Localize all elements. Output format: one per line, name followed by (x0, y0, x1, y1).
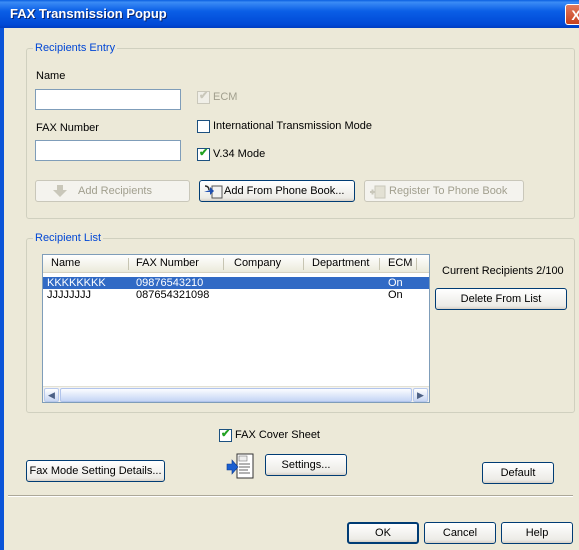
add-from-phone-book-label: Add From Phone Book... (224, 185, 345, 197)
help-button[interactable]: Help (501, 522, 573, 544)
international-transmission-checkbox[interactable] (197, 120, 210, 133)
column-header-department[interactable]: Department (312, 257, 369, 269)
table-row[interactable]: JJJJJJJJ 087654321098 On (43, 289, 429, 301)
cover-sheet-settings-button[interactable]: Settings... (265, 454, 347, 476)
fax-mode-setting-details-button[interactable]: Fax Mode Setting Details... (26, 460, 165, 482)
fax-transmission-window: FAX Transmission Popup X Recipients Entr… (0, 0, 579, 550)
cell-ecm: On (388, 277, 403, 289)
fax-number-label: FAX Number (36, 122, 99, 134)
footer-divider (8, 495, 573, 497)
v34-mode-label[interactable]: V.34 Mode (213, 148, 265, 160)
recipient-listbox[interactable]: Name FAX Number Company Department ECM K… (42, 254, 430, 403)
fax-number-input[interactable] (35, 140, 181, 161)
fax-cover-sheet-checkbox[interactable]: ✔ (219, 428, 232, 442)
window-frame-left (0, 28, 4, 550)
name-input[interactable] (35, 89, 181, 110)
cell-fax-number: 087654321098 (136, 289, 210, 301)
scrollbar-thumb[interactable] (60, 388, 412, 402)
horizontal-scrollbar[interactable]: ◀ ▶ (43, 386, 429, 402)
ecm-checkbox: ✔ (197, 90, 210, 104)
v34-mode-checkbox[interactable]: ✔ (197, 147, 210, 161)
default-button[interactable]: Default (482, 462, 554, 484)
scroll-left-icon[interactable]: ◀ (44, 388, 59, 402)
window-title: FAX Transmission Popup (10, 6, 167, 21)
cover-sheet-icon (226, 453, 254, 479)
column-header-ecm[interactable]: ECM (388, 257, 412, 269)
column-separator (303, 258, 304, 270)
register-to-phone-book-label: Register To Phone Book (389, 185, 508, 197)
add-recipients-label: Add Recipients (78, 185, 152, 197)
current-recipients-count: Current Recipients 2/100 (442, 265, 564, 277)
recipients-entry-legend: Recipients Entry (33, 42, 118, 54)
add-recipients-icon (53, 185, 67, 197)
scroll-right-icon[interactable]: ▶ (413, 388, 428, 402)
register-icon (370, 185, 386, 199)
table-row[interactable]: KKKKKKKK 09876543210 On (43, 277, 429, 289)
column-header-name[interactable]: Name (51, 257, 80, 269)
column-header-company[interactable]: Company (234, 257, 281, 269)
column-separator (416, 258, 417, 270)
add-recipients-button: Add Recipients (35, 180, 190, 202)
cell-ecm: On (388, 289, 403, 301)
column-separator (128, 258, 129, 270)
register-to-phone-book-button: Register To Phone Book (364, 180, 524, 202)
add-from-phone-book-button[interactable]: Add From Phone Book... (199, 180, 355, 202)
phone-book-icon (204, 185, 223, 199)
fax-cover-sheet-label[interactable]: FAX Cover Sheet (235, 429, 320, 441)
cell-name: KKKKKKKK (47, 277, 106, 289)
ok-button[interactable]: OK (347, 522, 419, 544)
cell-name: JJJJJJJJ (47, 289, 91, 301)
column-separator (379, 258, 380, 270)
recipient-list-legend: Recipient List (33, 232, 104, 244)
column-separator (223, 258, 224, 270)
international-transmission-label[interactable]: International Transmission Mode (213, 120, 372, 132)
title-bar: FAX Transmission Popup (0, 0, 579, 28)
delete-from-list-button[interactable]: Delete From List (435, 288, 567, 310)
list-header: Name FAX Number Company Department ECM (43, 255, 429, 273)
column-header-fax-number[interactable]: FAX Number (136, 257, 199, 269)
cell-fax-number: 09876543210 (136, 277, 204, 289)
ecm-label: ECM (213, 91, 238, 103)
close-icon[interactable]: X (565, 4, 579, 25)
name-label: Name (36, 70, 66, 82)
cancel-button[interactable]: Cancel (424, 522, 496, 544)
